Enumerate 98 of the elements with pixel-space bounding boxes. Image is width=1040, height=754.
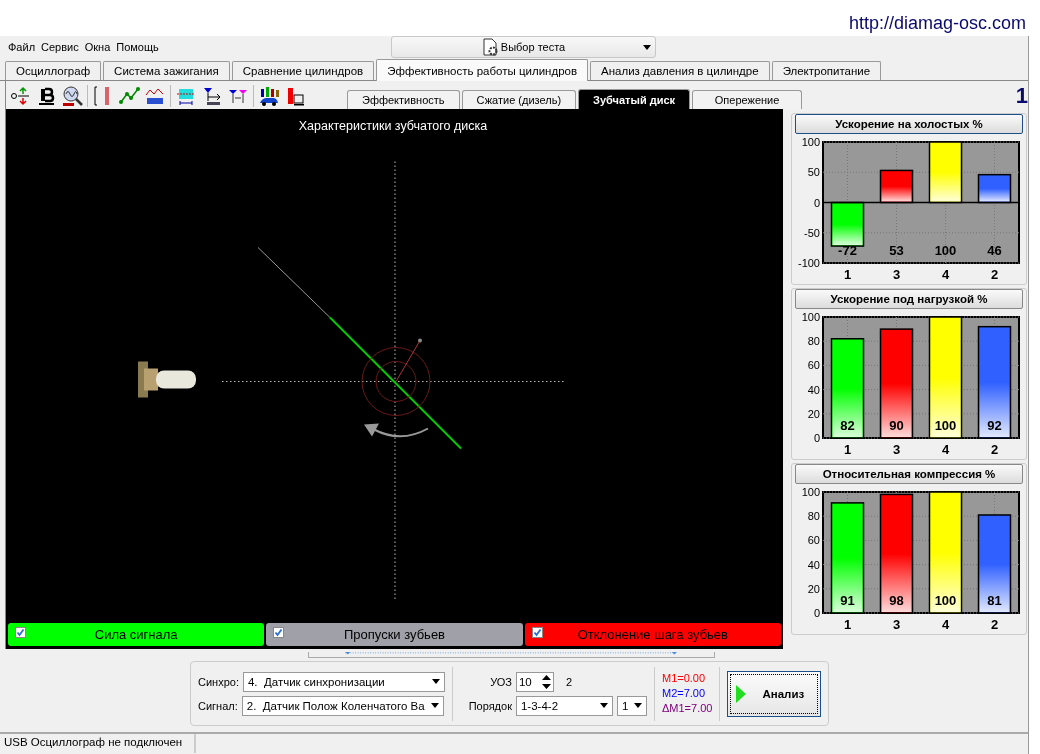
- advance-spinner[interactable]: 10: [515, 671, 554, 692]
- website-url[interactable]: http://diamag-osc.com: [848, 12, 1026, 34]
- value-label: 100: [934, 418, 957, 433]
- chart-title-button[interactable]: Ускорение под нагрузкой %: [795, 289, 1023, 309]
- value-label: 100: [934, 593, 957, 608]
- value-label: 100: [934, 243, 957, 258]
- field-label: Порядок: [467, 699, 512, 712]
- value-label: 90: [889, 418, 904, 433]
- diagram-title: Характеристики зубчатого диска: [298, 118, 488, 133]
- axis-tick-label: -50: [804, 226, 820, 239]
- tab[interactable]: Эффективность работы цилиндров: [376, 59, 589, 81]
- rotation-arrow: [364, 423, 429, 438]
- chart-title-button[interactable]: Относительная компрессия %: [795, 464, 1023, 484]
- play-icon: [736, 684, 747, 703]
- chart-title-button[interactable]: Ускорение на холостых %: [795, 114, 1023, 134]
- value-label: 98: [889, 593, 904, 608]
- menu-item[interactable]: Сервис: [41, 41, 79, 53]
- advance-reading: 2: [565, 675, 573, 688]
- axis-tick-label: 40: [807, 558, 820, 571]
- caret-icon: [430, 703, 439, 708]
- field-label: УОЗ: [489, 675, 512, 688]
- checkbox[interactable]: [273, 627, 285, 638]
- axis-tick-label: 100: [801, 137, 820, 148]
- tab[interactable]: Система зажигания: [103, 61, 230, 80]
- status-text: USB Осциллограф не подключен: [0, 734, 195, 753]
- sensor-drawing: [138, 361, 196, 398]
- category-label: 3: [892, 442, 901, 455]
- menu-item[interactable]: Помощь: [116, 41, 159, 53]
- value-label: 46: [987, 243, 1002, 258]
- sync-select[interactable]: 4. Датчик синхронизации: [242, 671, 445, 692]
- category-label: 4: [941, 267, 950, 280]
- category-label: 4: [941, 617, 950, 630]
- signal-label: Сила сигнала: [94, 627, 178, 642]
- value-label: 91: [840, 593, 855, 608]
- document-gear-icon: [481, 38, 498, 56]
- splitter-handle[interactable]: [308, 652, 715, 658]
- menu-item[interactable]: Файл: [8, 41, 36, 53]
- axis-tick-label: 60: [807, 534, 820, 547]
- tab[interactable]: Сравнение цилиндров: [231, 61, 375, 80]
- category-label: 3: [892, 617, 901, 630]
- caret-icon: [431, 679, 440, 684]
- field-label: Синхро:: [198, 675, 239, 688]
- axis-tick-label: 100: [801, 487, 820, 498]
- category-label: 2: [990, 267, 999, 280]
- tab[interactable]: Электропитание: [771, 61, 882, 80]
- value-label: 81: [987, 593, 1002, 608]
- page-number: 1: [1015, 83, 1028, 109]
- category-label: 2: [990, 617, 999, 630]
- axis-tick-label: 60: [807, 359, 820, 372]
- caret-icon: [633, 703, 642, 708]
- value-label: 82: [840, 418, 855, 433]
- test-select[interactable]: Выбор теста: [391, 36, 656, 58]
- subtab[interactable]: Зубчатый диск: [578, 89, 691, 109]
- cylinder-select[interactable]: 1: [616, 695, 647, 716]
- caret-icon: [599, 703, 608, 708]
- spinner-arrows-icon: [541, 674, 551, 689]
- checkbox[interactable]: [15, 627, 26, 638]
- axis-tick-label: 20: [807, 582, 820, 595]
- value-label: 92: [987, 418, 1002, 433]
- category-label: 4: [941, 442, 950, 455]
- subtab[interactable]: Сжатие (дизель): [461, 90, 577, 109]
- checkbox[interactable]: [531, 627, 543, 638]
- analyze-button[interactable]: Анализ: [727, 670, 822, 717]
- offset-arrows-icon[interactable]: [9, 84, 31, 107]
- caret-icon: [643, 45, 651, 50]
- axis-tick-label: 0: [813, 607, 820, 619]
- signal-select[interactable]: 2. Датчик Полож Коленчатого Ва: [241, 695, 444, 716]
- value-label: -72: [838, 243, 857, 258]
- car-bars-icon[interactable]: [258, 84, 280, 107]
- axis-tick-label: 0: [813, 432, 820, 444]
- category-label: 1: [843, 442, 852, 455]
- magnifier-icon[interactable]: [61, 84, 83, 107]
- subtab[interactable]: Опережение: [692, 90, 803, 109]
- category-label: 1: [843, 267, 852, 280]
- marker-reading: ΔM1=7.00: [661, 701, 713, 716]
- firing-order-select[interactable]: 1-3-4-2: [515, 695, 613, 716]
- line-points-icon[interactable]: [118, 84, 140, 107]
- axis-tick-label: 0: [813, 196, 820, 209]
- tab[interactable]: Анализ давления в цилиндре: [590, 61, 770, 80]
- signal-label: Пропуски зубьев: [343, 627, 446, 642]
- value-label: 53: [889, 243, 904, 258]
- marker-reading: M2=7.00: [661, 686, 707, 701]
- menu-item[interactable]: Окна: [84, 41, 111, 53]
- category-label: 3: [892, 267, 901, 280]
- field-label: Сигнал:: [198, 699, 238, 712]
- signal-label: Отклонение шага зубьев: [577, 627, 728, 642]
- subtab[interactable]: Эффективность: [347, 90, 460, 109]
- category-label: 2: [990, 442, 999, 455]
- axis-tick-label: 20: [807, 407, 820, 420]
- axis-tick-label: 100: [801, 312, 820, 323]
- axis-tick-label: 50: [807, 166, 820, 179]
- axis-tick-label: 40: [807, 383, 820, 396]
- axis-tick-label: -100: [797, 257, 820, 269]
- tab[interactable]: Осциллограф: [5, 61, 102, 80]
- axis-tick-label: 80: [807, 335, 820, 348]
- axis-tick-label: 80: [807, 510, 820, 523]
- category-label: 1: [843, 617, 852, 630]
- marker-reading: M1=0.00: [661, 671, 707, 686]
